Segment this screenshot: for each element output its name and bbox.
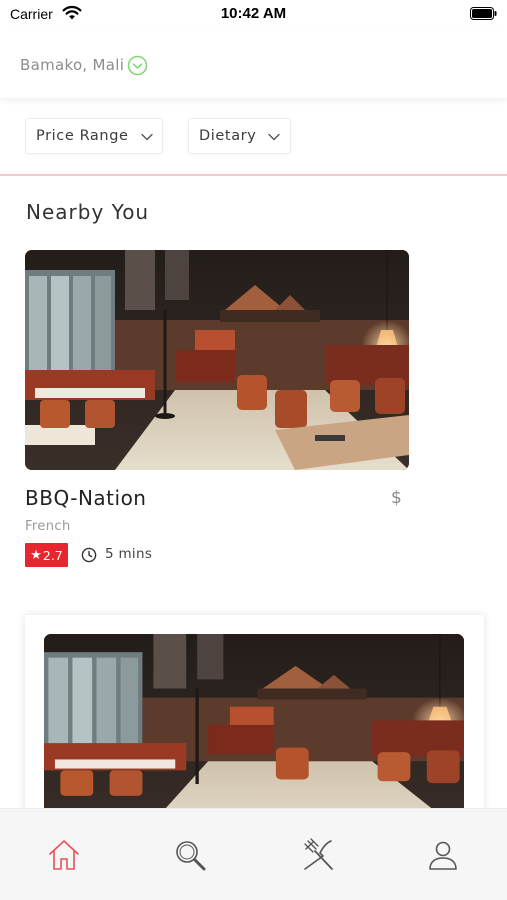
dietary-filter[interactable]: Dietary [188,118,291,154]
tab-profile[interactable] [425,837,461,873]
section-title: Nearby You [26,200,150,224]
check-circle-icon[interactable] [127,55,148,76]
filter-row: Price Range Dietary [0,110,507,176]
tab-home[interactable] [46,837,82,873]
tab-bar [0,808,507,900]
tab-dining[interactable] [300,837,336,873]
clock-time: 10:42 AM [220,5,287,22]
delivery-time: 5 mins [105,546,153,562]
tab-search[interactable] [172,837,208,873]
user-icon[interactable] [425,837,461,873]
dietary-label: Dietary [199,128,257,144]
fork-knife-icon[interactable] [300,837,336,873]
rating-value: 2.7 [42,547,63,563]
location-label[interactable]: Bamako, Mali [20,56,124,74]
restaurant-photo[interactable] [44,634,464,834]
restaurant-photo[interactable] [25,250,409,470]
restaurant-name[interactable]: BBQ-Nation [25,486,146,510]
price-level: $ [391,488,402,508]
rating-badge: ★ 2.7 [25,543,68,567]
clock-icon [81,547,97,563]
chevron-down-icon [268,133,280,141]
cuisine-label: French [25,519,71,534]
price-range-label: Price Range [36,128,129,144]
home-icon[interactable] [46,837,82,873]
status-bar: Carrier 10:42 AM [0,0,507,32]
chevron-down-icon [141,133,153,141]
price-range-filter[interactable]: Price Range [25,118,163,154]
location-bar[interactable]: Bamako, Mali [0,32,507,98]
star-icon: ★ [30,547,42,563]
battery-icon [470,7,497,20]
search-icon[interactable] [172,837,208,873]
